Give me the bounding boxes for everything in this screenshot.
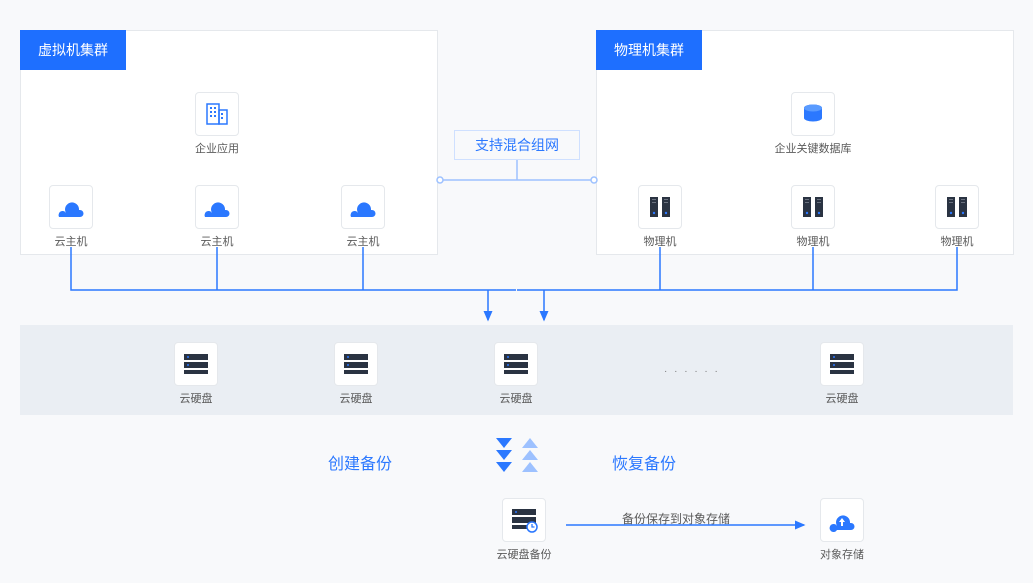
ellipsis: · · · · · · xyxy=(664,366,720,377)
hybrid-network-label: 支持混合组网 xyxy=(454,130,580,160)
physical-host-2: 物理机 xyxy=(781,185,845,249)
disk-icon xyxy=(334,342,378,386)
cloud-icon xyxy=(341,185,385,229)
enterprise-db-label: 企业关键数据库 xyxy=(773,140,853,156)
disk-icon xyxy=(174,342,218,386)
cloud-disk-label: 云硬盘 xyxy=(484,390,548,406)
cloud-host-label: 云主机 xyxy=(39,233,103,249)
cloud-disk-label: 云硬盘 xyxy=(810,390,874,406)
cloud-host-3: 云主机 xyxy=(331,185,395,249)
physical-host-label: 物理机 xyxy=(628,233,692,249)
create-backup-arrows xyxy=(496,438,512,472)
database-icon xyxy=(791,92,835,136)
physical-host-1: 物理机 xyxy=(628,185,692,249)
cloud-disk-label: 云硬盘 xyxy=(324,390,388,406)
server-icon xyxy=(791,185,835,229)
cloud-disk-1: 云硬盘 xyxy=(164,342,228,406)
cloud-disk-3: 云硬盘 xyxy=(484,342,548,406)
save-to-object-label: 备份保存到对象存储 xyxy=(622,510,730,527)
disk-backup-label: 云硬盘备份 xyxy=(484,546,564,562)
restore-backup-label: 恢复备份 xyxy=(612,450,676,474)
disk-backup-icon xyxy=(502,498,546,542)
cloud-host-label: 云主机 xyxy=(185,233,249,249)
physical-host-label: 物理机 xyxy=(925,233,989,249)
building-icon xyxy=(195,92,239,136)
enterprise-app-label: 企业应用 xyxy=(185,140,249,156)
server-icon xyxy=(935,185,979,229)
disk-backup-node: 云硬盘备份 xyxy=(484,498,564,562)
create-backup-label: 创建备份 xyxy=(328,450,392,474)
pm-cluster-title: 物理机集群 xyxy=(596,30,702,70)
vm-cluster-title: 虚拟机集群 xyxy=(20,30,126,70)
cloud-icon xyxy=(49,185,93,229)
cloud-host-2: 云主机 xyxy=(185,185,249,249)
enterprise-app-node: 企业应用 xyxy=(185,92,249,156)
cloud-disk-2: 云硬盘 xyxy=(324,342,388,406)
object-storage-node: 对象存储 xyxy=(810,498,874,562)
enterprise-db-node: 企业关键数据库 xyxy=(773,92,853,156)
restore-backup-arrows xyxy=(522,438,538,472)
physical-host-3: 物理机 xyxy=(925,185,989,249)
cloud-disk-4: 云硬盘 xyxy=(810,342,874,406)
cloud-host-label: 云主机 xyxy=(331,233,395,249)
cloud-upload-icon xyxy=(820,498,864,542)
cloud-disk-label: 云硬盘 xyxy=(164,390,228,406)
cloud-icon xyxy=(195,185,239,229)
object-storage-label: 对象存储 xyxy=(810,546,874,562)
disk-icon xyxy=(494,342,538,386)
disk-icon xyxy=(820,342,864,386)
cloud-host-1: 云主机 xyxy=(39,185,103,249)
server-icon xyxy=(638,185,682,229)
physical-host-label: 物理机 xyxy=(781,233,845,249)
